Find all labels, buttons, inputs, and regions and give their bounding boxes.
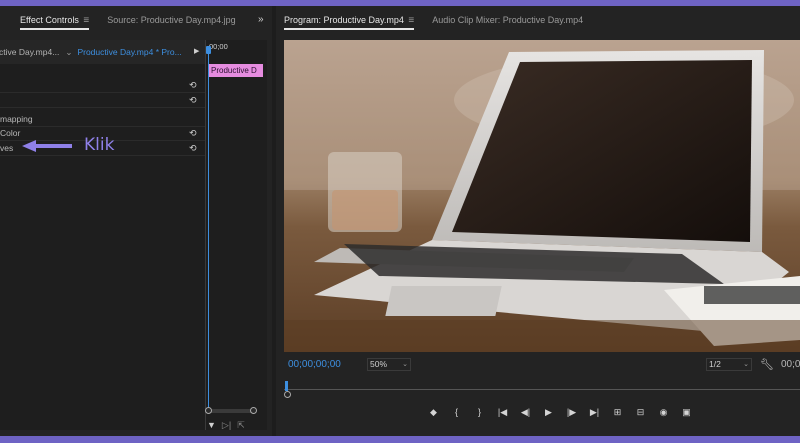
- go-to-in-icon[interactable]: |◀: [491, 407, 514, 418]
- monitor-time-ruler[interactable]: [284, 381, 800, 398]
- ruler-track: [284, 389, 800, 390]
- monitor-controls-row: 00;00;00;00 50% ⌄ 1/2 ⌄ 🔧︎ 00;0: [276, 357, 800, 375]
- tab-label: Source: Productive Day.mp4.jpg: [107, 15, 236, 25]
- chevron-down-icon: ⌄: [743, 361, 749, 368]
- effect-row[interactable]: mapping: [0, 112, 205, 127]
- effect-controls-timeline[interactable]: 00;00 Productive D: [205, 40, 267, 430]
- effect-row[interactable]: ⟲: [0, 78, 205, 93]
- tab-label: Effect Controls: [20, 15, 79, 25]
- effect-controls-footer: ▼ ▷| ⇱: [205, 418, 267, 432]
- effect-label: mapping: [0, 114, 33, 124]
- effect-controls-header: ctive Day.mp4... ⌄ Productive Day.mp4 * …: [0, 40, 205, 64]
- marker-icon[interactable]: ◆: [422, 407, 445, 418]
- laptop-photo: [284, 40, 800, 352]
- export-icon[interactable]: ⇱: [237, 420, 245, 431]
- play-icon[interactable]: ▶: [537, 407, 560, 418]
- panel-menu-icon[interactable]: ≡: [83, 15, 89, 26]
- play-clip-icon[interactable]: ▶: [194, 47, 199, 55]
- timeline-ruler[interactable]: 00;00: [206, 40, 268, 56]
- playhead[interactable]: [285, 381, 288, 391]
- scroll-handle-right[interactable]: [250, 407, 257, 414]
- zoom-handle[interactable]: [284, 391, 291, 398]
- reset-icon[interactable]: ⟲: [189, 141, 197, 156]
- go-to-out-icon[interactable]: ▶|: [583, 407, 606, 418]
- clip-bar[interactable]: Productive D: [209, 64, 263, 77]
- left-tab-bar: Effect Controls ≡ Source: Productive Day…: [0, 6, 242, 34]
- tab-label: Audio Clip Mixer: Productive Day.mp4: [432, 15, 584, 25]
- tab-label: Program: Productive Day.mp4: [284, 15, 404, 25]
- program-monitor-panel: Program: Productive Day.mp4 ≡ Audio Clip…: [276, 6, 800, 436]
- chevron-down-icon[interactable]: ⌄: [65, 47, 72, 58]
- insert-icon[interactable]: ⊞: [606, 407, 629, 418]
- tab-effect-controls[interactable]: Effect Controls ≡: [14, 6, 95, 34]
- chevron-down-icon: ⌄: [402, 361, 408, 368]
- ruler-timecode: 00;00: [209, 42, 228, 51]
- step-back-icon[interactable]: ◀|: [514, 407, 537, 418]
- resolution-select[interactable]: 1/2 ⌄: [706, 358, 752, 371]
- tab-source[interactable]: Source: Productive Day.mp4.jpg: [101, 6, 241, 34]
- overwrite-icon[interactable]: ⊟: [629, 407, 652, 418]
- effect-row[interactable]: ⟲: [0, 93, 205, 108]
- tab-audio-clip-mixer[interactable]: Audio Clip Mixer: Productive Day.mp4: [426, 6, 589, 34]
- master-source-label[interactable]: ctive Day.mp4...: [0, 47, 59, 57]
- premiere-window: Effect Controls ≡ Source: Productive Day…: [0, 6, 800, 436]
- sequence-clip-link[interactable]: Productive Day.mp4 * Pro...: [77, 47, 181, 57]
- compare-icon[interactable]: ▣: [675, 407, 698, 418]
- zoom-value: 50%: [370, 359, 388, 369]
- mark-in-icon[interactable]: {: [445, 407, 468, 417]
- zoom-select[interactable]: 50% ⌄: [367, 358, 411, 371]
- duration-timecode: 00;0: [781, 359, 800, 370]
- scroll-handle-left[interactable]: [205, 407, 212, 414]
- panel-menu-icon[interactable]: ≡: [408, 15, 414, 26]
- mark-out-icon[interactable]: }: [468, 407, 491, 417]
- resolution-value: 1/2: [709, 359, 721, 369]
- reset-icon[interactable]: ⟲: [189, 93, 197, 108]
- reset-icon[interactable]: ⟲: [189, 126, 197, 141]
- effect-label: Color: [0, 128, 21, 138]
- zoom-scrollbar[interactable]: [205, 407, 257, 414]
- keyframe-nav-icon[interactable]: ▷|: [222, 420, 231, 431]
- tab-program[interactable]: Program: Productive Day.mp4 ≡: [278, 6, 420, 34]
- program-video-frame[interactable]: [284, 40, 800, 352]
- playhead[interactable]: [206, 46, 211, 412]
- effect-label: ves: [0, 143, 14, 153]
- expand-panels-icon[interactable]: »: [258, 14, 264, 25]
- filter-icon[interactable]: ▼: [207, 420, 216, 430]
- reset-icon[interactable]: ⟲: [189, 78, 197, 93]
- annotation-text: Klik: [84, 135, 115, 155]
- right-tab-bar: Program: Productive Day.mp4 ≡ Audio Clip…: [276, 6, 589, 34]
- annotation-arrow-icon: [22, 140, 72, 152]
- effect-controls-panel: Effect Controls ≡ Source: Productive Day…: [0, 6, 272, 436]
- effect-controls-list: ctive Day.mp4... ⌄ Productive Day.mp4 * …: [0, 40, 205, 430]
- step-forward-icon[interactable]: |▶: [560, 407, 583, 418]
- playhead-timecode[interactable]: 00;00;00;00: [288, 359, 341, 370]
- export-frame-icon[interactable]: ◉: [652, 407, 675, 418]
- transport-controls: ◆ { } |◀ ◀| ▶ |▶ ▶| ⊞ ⊟ ◉ ▣: [422, 404, 698, 420]
- wrench-icon[interactable]: 🔧︎: [760, 358, 774, 371]
